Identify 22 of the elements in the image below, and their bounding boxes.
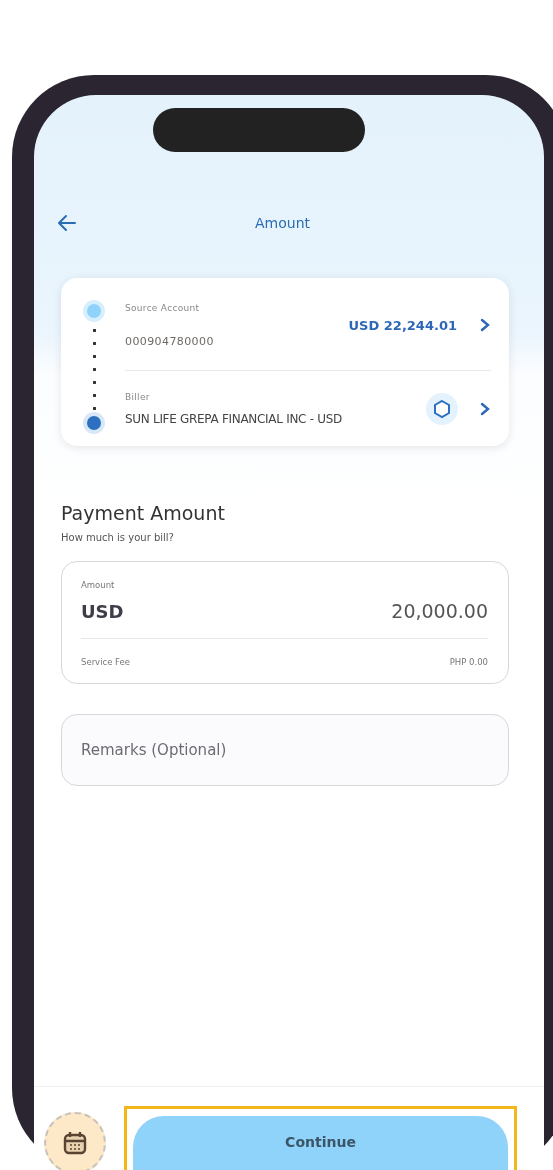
back-arrow-icon[interactable] [56,212,78,234]
calendar-button[interactable] [44,1112,106,1170]
chevron-right-icon [479,401,491,416]
service-fee-value: PHP 0.00 [449,657,488,667]
source-account-label: Source Account [125,302,201,313]
source-dot [87,304,101,318]
biller-dot [87,416,101,430]
remarks-field[interactable]: Remarks (Optional) [61,714,509,786]
chevron-right-icon [479,318,491,332]
currency-code: USD [81,600,124,622]
calendar-icon [62,1130,88,1156]
service-fee-label: Service Fee [81,657,130,667]
account-balance: USD 22,244.01 [348,317,457,333]
amount-value: 20,000.00 [391,600,488,622]
section-subtitle: How much is your bill? [61,532,175,543]
continue-button[interactable]: Continue [133,1116,508,1170]
amount-label: Amount [81,580,116,590]
biller-label: Biller [125,391,151,402]
screen-title: Amount [254,215,311,231]
section-title: Payment Amount [61,502,226,524]
account-number: 000904780000 [125,334,215,348]
biller-name: SUN LIFE GREPA FINANCIAL INC - USD [125,411,343,426]
